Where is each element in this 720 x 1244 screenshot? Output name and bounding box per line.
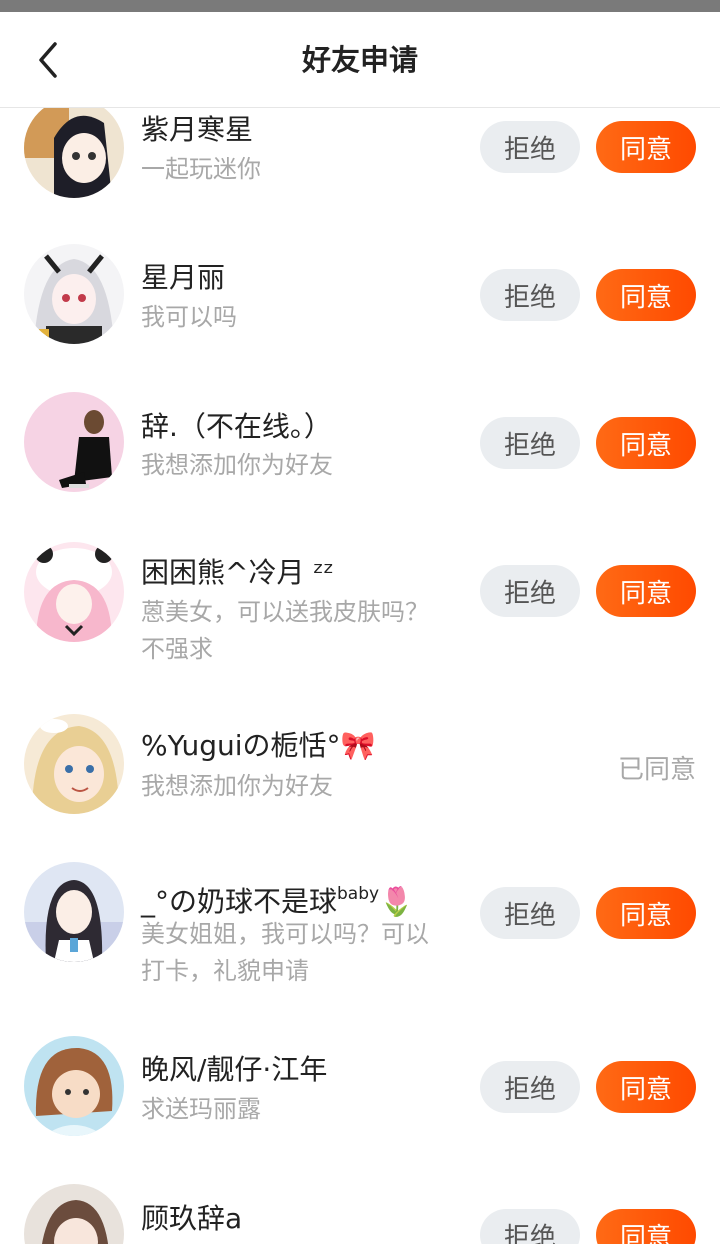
accept-button[interactable]: 同意 xyxy=(596,887,696,939)
request-message: 我想添加你为好友 xyxy=(141,451,333,479)
reject-button[interactable]: 拒绝 xyxy=(480,565,580,617)
request-name: %Yuguiの栀恬°🎀 xyxy=(141,729,376,762)
avatar[interactable] xyxy=(24,1036,124,1136)
request-message: 美女姐姐，我可以吗？可以打卡，礼貌申请 xyxy=(141,920,429,985)
accept-button[interactable]: 同意 xyxy=(596,417,696,469)
avatar[interactable] xyxy=(24,244,124,344)
list-item: _°の奶球不是球baby🌷 美女姐姐，我可以吗？可以打卡，礼貌申请 拒绝 同意 xyxy=(0,856,720,1032)
avatar-image xyxy=(24,1184,124,1244)
accepted-status: 已同意 xyxy=(617,755,696,785)
avatar[interactable] xyxy=(24,714,124,814)
request-message: 一起玩迷你 xyxy=(141,155,261,183)
request-message: 我想添加你为好友 xyxy=(141,772,333,800)
list-item: 星月丽 我可以吗 拒绝 同意 xyxy=(0,244,720,392)
reject-button[interactable]: 拒绝 xyxy=(480,121,580,173)
friend-request-list[interactable]: 紫月寒星 一起玩迷你 拒绝 同意 星月丽 我可以吗 拒绝 同意 辞.（不在线。）… xyxy=(0,0,720,1244)
request-message: 我可以吗 xyxy=(141,303,237,331)
list-item: 困困熊^冷月 ᶻᶻ 蒽美女，可以送我皮肤吗？不强求 拒绝 同意 xyxy=(0,540,720,708)
list-item: 辞.（不在线。） 我想添加你为好友 拒绝 同意 xyxy=(0,392,720,540)
reject-button[interactable]: 拒绝 xyxy=(480,269,580,321)
avatar[interactable] xyxy=(24,98,124,198)
avatar[interactable] xyxy=(24,862,124,962)
app-header: 好友申请 xyxy=(0,12,720,108)
reject-button[interactable]: 拒绝 xyxy=(480,1061,580,1113)
accept-button[interactable]: 同意 xyxy=(596,565,696,617)
accept-button[interactable]: 同意 xyxy=(596,121,696,173)
avatar[interactable] xyxy=(24,542,124,642)
avatar-image xyxy=(24,862,124,962)
request-message: 求送玛丽露 xyxy=(141,1095,261,1123)
list-item: %Yuguiの栀恬°🎀 我想添加你为好友 已同意 xyxy=(0,708,720,848)
request-name: _°の奶球不是球baby🌷 xyxy=(141,884,414,918)
request-name: 星月丽 xyxy=(141,261,226,294)
page-title: 好友申请 xyxy=(301,43,418,77)
list-item: 顾玖辞a 拒绝 同意 xyxy=(0,1180,720,1244)
request-name: 困困熊^冷月 ᶻᶻ xyxy=(141,556,334,589)
avatar-image xyxy=(24,714,124,814)
request-name: 顾玖辞a xyxy=(141,1202,243,1235)
request-name: 辞.（不在线。） xyxy=(141,410,332,443)
request-message: 蒽美女，可以送我皮肤吗？不强求 xyxy=(141,598,429,663)
reject-button[interactable]: 拒绝 xyxy=(480,1209,580,1244)
request-name: 晚风/靓仔·江年 xyxy=(141,1053,328,1086)
avatar-image xyxy=(24,542,124,642)
list-item: 紫月寒星 一起玩迷你 拒绝 同意 xyxy=(0,96,720,244)
accept-button[interactable]: 同意 xyxy=(596,1061,696,1113)
list-item: 晚风/靓仔·江年 求送玛丽露 拒绝 同意 xyxy=(0,1032,720,1180)
reject-button[interactable]: 拒绝 xyxy=(480,417,580,469)
accept-button[interactable]: 同意 xyxy=(596,269,696,321)
avatar-image xyxy=(24,392,124,492)
request-name: 紫月寒星 xyxy=(141,113,254,146)
avatar-image xyxy=(24,98,124,198)
avatar-image xyxy=(24,1036,124,1136)
accept-button[interactable]: 同意 xyxy=(596,1209,696,1244)
avatar[interactable] xyxy=(24,392,124,492)
avatar-image xyxy=(24,244,124,344)
reject-button[interactable]: 拒绝 xyxy=(480,887,580,939)
avatar[interactable] xyxy=(24,1184,124,1244)
